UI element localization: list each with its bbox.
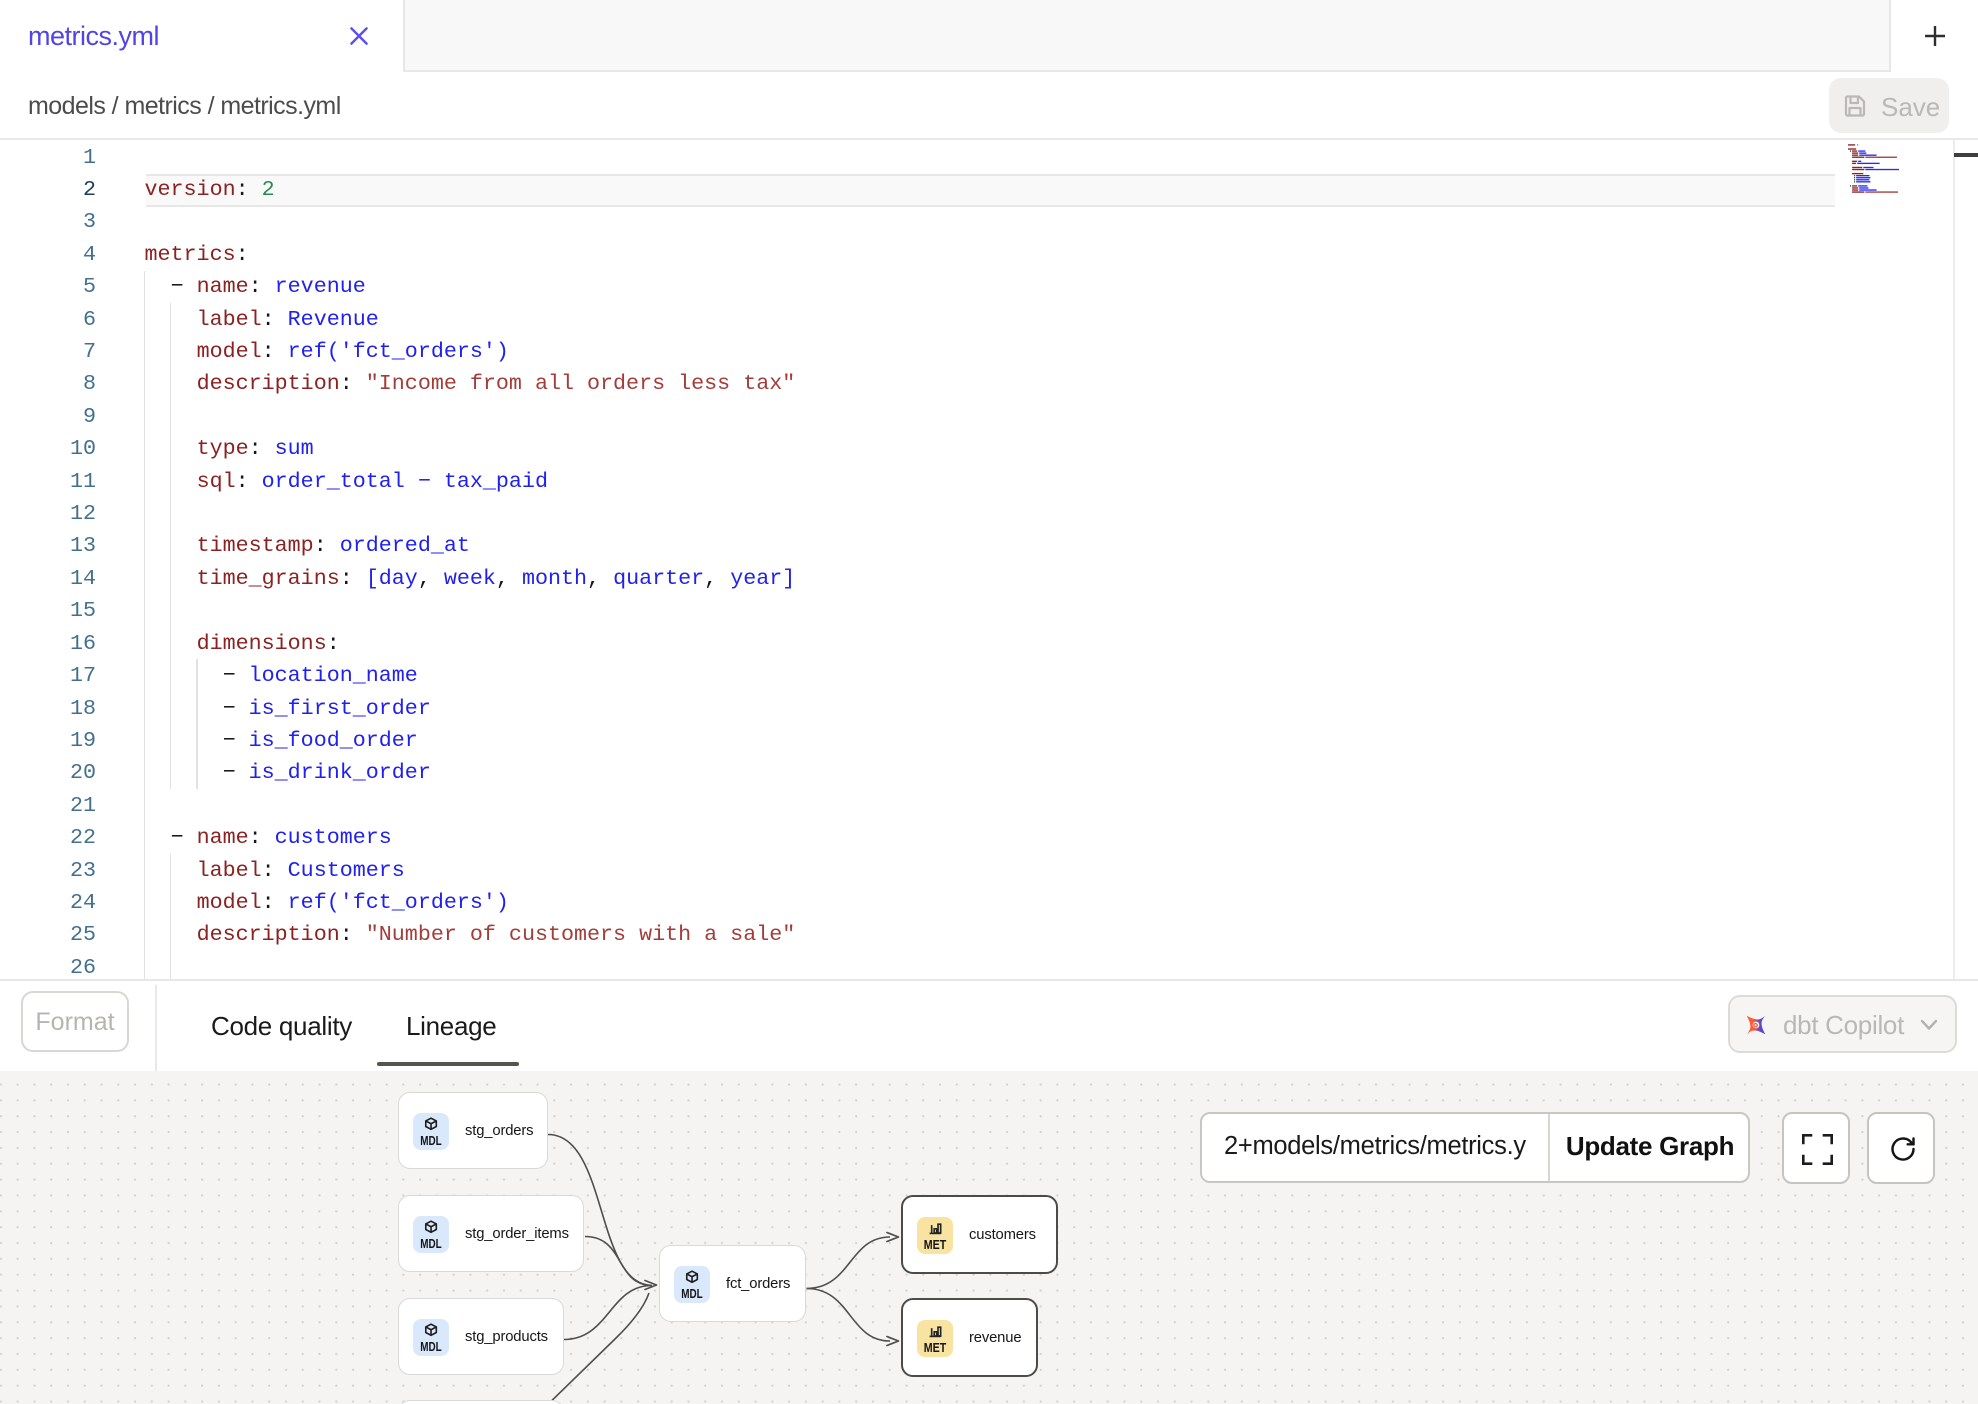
svg-text:MDL: MDL xyxy=(681,1286,703,1301)
svg-text:MET: MET xyxy=(924,1340,947,1355)
svg-text:MET: MET xyxy=(924,1237,947,1252)
svg-text:MDL: MDL xyxy=(420,1133,442,1148)
svg-text:MDL: MDL xyxy=(420,1236,442,1251)
svg-text:MDL: MDL xyxy=(420,1339,442,1354)
